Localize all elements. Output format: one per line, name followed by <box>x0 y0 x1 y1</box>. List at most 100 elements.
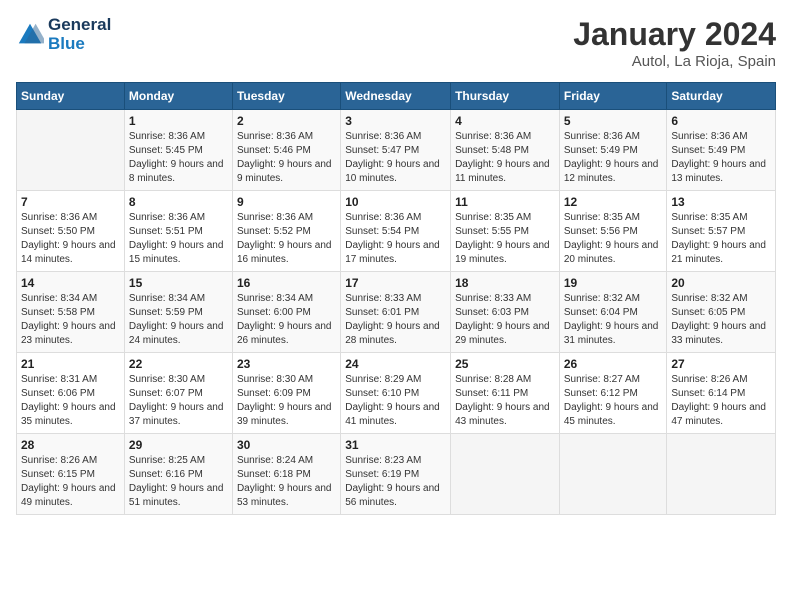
day-number: 1 <box>129 114 228 128</box>
table-row: 27 Sunrise: 8:26 AMSunset: 6:14 PMDaylig… <box>667 353 776 434</box>
day-number: 26 <box>564 357 663 371</box>
day-number: 2 <box>237 114 336 128</box>
logo-text-blue: Blue <box>48 35 111 54</box>
day-info: Sunrise: 8:36 AMSunset: 5:49 PMDaylight:… <box>671 130 771 186</box>
day-number: 21 <box>21 357 120 371</box>
day-info: Sunrise: 8:24 AMSunset: 6:18 PMDaylight:… <box>237 454 336 510</box>
day-number: 14 <box>21 276 120 290</box>
day-number: 12 <box>564 195 663 209</box>
day-info: Sunrise: 8:30 AMSunset: 6:07 PMDaylight:… <box>129 373 228 429</box>
day-number: 9 <box>237 195 336 209</box>
table-row: 3 Sunrise: 8:36 AMSunset: 5:47 PMDayligh… <box>341 110 451 191</box>
table-row: 20 Sunrise: 8:32 AMSunset: 6:05 PMDaylig… <box>667 272 776 353</box>
table-row: 24 Sunrise: 8:29 AMSunset: 6:10 PMDaylig… <box>341 353 451 434</box>
table-row: 19 Sunrise: 8:32 AMSunset: 6:04 PMDaylig… <box>559 272 667 353</box>
day-info: Sunrise: 8:23 AMSunset: 6:19 PMDaylight:… <box>345 454 446 510</box>
table-row <box>667 434 776 515</box>
table-row: 2 Sunrise: 8:36 AMSunset: 5:46 PMDayligh… <box>232 110 340 191</box>
day-number: 18 <box>455 276 555 290</box>
day-number: 20 <box>671 276 771 290</box>
table-row: 21 Sunrise: 8:31 AMSunset: 6:06 PMDaylig… <box>17 353 125 434</box>
calendar-week-row: 14 Sunrise: 8:34 AMSunset: 5:58 PMDaylig… <box>17 272 776 353</box>
day-number: 15 <box>129 276 228 290</box>
col-monday: Monday <box>124 83 232 110</box>
day-info: Sunrise: 8:35 AMSunset: 5:56 PMDaylight:… <box>564 211 663 267</box>
day-info: Sunrise: 8:29 AMSunset: 6:10 PMDaylight:… <box>345 373 446 429</box>
table-row: 13 Sunrise: 8:35 AMSunset: 5:57 PMDaylig… <box>667 191 776 272</box>
day-number: 8 <box>129 195 228 209</box>
day-number: 4 <box>455 114 555 128</box>
col-wednesday: Wednesday <box>341 83 451 110</box>
table-row: 14 Sunrise: 8:34 AMSunset: 5:58 PMDaylig… <box>17 272 125 353</box>
calendar-week-row: 1 Sunrise: 8:36 AMSunset: 5:45 PMDayligh… <box>17 110 776 191</box>
day-info: Sunrise: 8:34 AMSunset: 5:58 PMDaylight:… <box>21 292 120 348</box>
day-number: 28 <box>21 438 120 452</box>
day-info: Sunrise: 8:36 AMSunset: 5:48 PMDaylight:… <box>455 130 555 186</box>
day-info: Sunrise: 8:32 AMSunset: 6:04 PMDaylight:… <box>564 292 663 348</box>
day-info: Sunrise: 8:36 AMSunset: 5:47 PMDaylight:… <box>345 130 446 186</box>
calendar-week-row: 21 Sunrise: 8:31 AMSunset: 6:06 PMDaylig… <box>17 353 776 434</box>
day-number: 11 <box>455 195 555 209</box>
table-row: 10 Sunrise: 8:36 AMSunset: 5:54 PMDaylig… <box>341 191 451 272</box>
logo-text-general: General <box>48 16 111 35</box>
table-row: 7 Sunrise: 8:36 AMSunset: 5:50 PMDayligh… <box>17 191 125 272</box>
table-row: 15 Sunrise: 8:34 AMSunset: 5:59 PMDaylig… <box>124 272 232 353</box>
table-row: 9 Sunrise: 8:36 AMSunset: 5:52 PMDayligh… <box>232 191 340 272</box>
location-text: Autol, La Rioja, Spain <box>573 53 776 70</box>
calendar-header-row: Sunday Monday Tuesday Wednesday Thursday… <box>17 83 776 110</box>
table-row <box>451 434 560 515</box>
table-row: 23 Sunrise: 8:30 AMSunset: 6:09 PMDaylig… <box>232 353 340 434</box>
day-number: 25 <box>455 357 555 371</box>
table-row: 18 Sunrise: 8:33 AMSunset: 6:03 PMDaylig… <box>451 272 560 353</box>
calendar-week-row: 28 Sunrise: 8:26 AMSunset: 6:15 PMDaylig… <box>17 434 776 515</box>
table-row: 8 Sunrise: 8:36 AMSunset: 5:51 PMDayligh… <box>124 191 232 272</box>
table-row: 28 Sunrise: 8:26 AMSunset: 6:15 PMDaylig… <box>17 434 125 515</box>
table-row: 12 Sunrise: 8:35 AMSunset: 5:56 PMDaylig… <box>559 191 667 272</box>
day-info: Sunrise: 8:34 AMSunset: 5:59 PMDaylight:… <box>129 292 228 348</box>
table-row: 26 Sunrise: 8:27 AMSunset: 6:12 PMDaylig… <box>559 353 667 434</box>
day-info: Sunrise: 8:26 AMSunset: 6:15 PMDaylight:… <box>21 454 120 510</box>
table-row: 30 Sunrise: 8:24 AMSunset: 6:18 PMDaylig… <box>232 434 340 515</box>
table-row: 5 Sunrise: 8:36 AMSunset: 5:49 PMDayligh… <box>559 110 667 191</box>
day-number: 6 <box>671 114 771 128</box>
page-header: General Blue January 2024 Autol, La Rioj… <box>16 16 776 70</box>
day-info: Sunrise: 8:36 AMSunset: 5:51 PMDaylight:… <box>129 211 228 267</box>
day-info: Sunrise: 8:36 AMSunset: 5:52 PMDaylight:… <box>237 211 336 267</box>
day-info: Sunrise: 8:31 AMSunset: 6:06 PMDaylight:… <box>21 373 120 429</box>
col-saturday: Saturday <box>667 83 776 110</box>
day-number: 13 <box>671 195 771 209</box>
table-row <box>559 434 667 515</box>
table-row: 17 Sunrise: 8:33 AMSunset: 6:01 PMDaylig… <box>341 272 451 353</box>
table-row: 29 Sunrise: 8:25 AMSunset: 6:16 PMDaylig… <box>124 434 232 515</box>
month-title: January 2024 <box>573 16 776 53</box>
day-number: 16 <box>237 276 336 290</box>
table-row <box>17 110 125 191</box>
table-row: 11 Sunrise: 8:35 AMSunset: 5:55 PMDaylig… <box>451 191 560 272</box>
table-row: 22 Sunrise: 8:30 AMSunset: 6:07 PMDaylig… <box>124 353 232 434</box>
day-info: Sunrise: 8:36 AMSunset: 5:49 PMDaylight:… <box>564 130 663 186</box>
table-row: 6 Sunrise: 8:36 AMSunset: 5:49 PMDayligh… <box>667 110 776 191</box>
day-info: Sunrise: 8:36 AMSunset: 5:45 PMDaylight:… <box>129 130 228 186</box>
logo: General Blue <box>16 16 111 53</box>
day-info: Sunrise: 8:36 AMSunset: 5:46 PMDaylight:… <box>237 130 336 186</box>
day-number: 22 <box>129 357 228 371</box>
col-friday: Friday <box>559 83 667 110</box>
table-row: 4 Sunrise: 8:36 AMSunset: 5:48 PMDayligh… <box>451 110 560 191</box>
day-number: 24 <box>345 357 446 371</box>
table-row: 31 Sunrise: 8:23 AMSunset: 6:19 PMDaylig… <box>341 434 451 515</box>
title-section: January 2024 Autol, La Rioja, Spain <box>573 16 776 70</box>
day-number: 30 <box>237 438 336 452</box>
col-tuesday: Tuesday <box>232 83 340 110</box>
col-thursday: Thursday <box>451 83 560 110</box>
day-number: 17 <box>345 276 446 290</box>
day-info: Sunrise: 8:25 AMSunset: 6:16 PMDaylight:… <box>129 454 228 510</box>
day-info: Sunrise: 8:32 AMSunset: 6:05 PMDaylight:… <box>671 292 771 348</box>
day-info: Sunrise: 8:35 AMSunset: 5:55 PMDaylight:… <box>455 211 555 267</box>
day-info: Sunrise: 8:36 AMSunset: 5:54 PMDaylight:… <box>345 211 446 267</box>
day-number: 5 <box>564 114 663 128</box>
day-number: 27 <box>671 357 771 371</box>
day-number: 31 <box>345 438 446 452</box>
table-row: 1 Sunrise: 8:36 AMSunset: 5:45 PMDayligh… <box>124 110 232 191</box>
day-info: Sunrise: 8:27 AMSunset: 6:12 PMDaylight:… <box>564 373 663 429</box>
day-number: 3 <box>345 114 446 128</box>
